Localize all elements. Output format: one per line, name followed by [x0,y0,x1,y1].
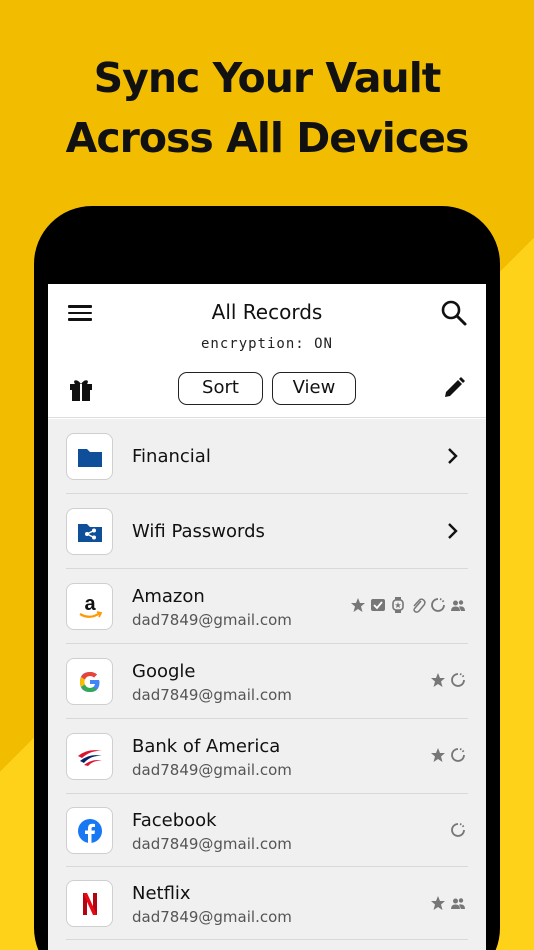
records-list: Financial Wifi Passwords a Amazon dad784… [48,419,486,950]
record-email: dad7849@gmail.com [132,835,292,853]
page-title: All Records [211,300,323,324]
record-email: dad7849@gmail.com [132,908,292,926]
record-badges [450,822,466,838]
star-icon [351,598,365,612]
folder-name: Financial [132,446,211,467]
sync-icon [451,748,465,762]
netflix-logo-icon [66,880,113,927]
sort-button[interactable]: Sort [178,372,263,405]
divider [66,939,468,940]
attachment-icon [413,598,426,613]
record-row[interactable]: Google dad7849@gmail.com [48,644,486,719]
record-badges [430,895,466,911]
star-icon [431,673,445,687]
edit-icon[interactable] [442,376,466,400]
chevron-right-icon [448,523,458,539]
record-email: dad7849@gmail.com [132,686,292,704]
headline-line-2: Across All Devices [65,114,470,162]
gift-icon[interactable] [68,376,94,402]
record-name: Netflix [132,883,191,904]
search-icon[interactable] [440,299,468,327]
sync-icon [431,598,445,612]
record-badges [430,747,466,763]
amazon-logo-icon: a [66,583,113,630]
view-button[interactable]: View [272,372,356,405]
record-row[interactable]: Netflix dad7849@gmail.com [48,867,486,940]
record-email: dad7849@gmail.com [132,761,292,779]
watch-icon [392,597,404,613]
record-row[interactable]: Bank of America dad7849@gmail.com [48,719,486,794]
record-badges [350,597,466,613]
record-name: Facebook [132,810,217,831]
record-badges [430,672,466,688]
folder-icon [66,433,113,480]
bank-of-america-logo-icon [66,733,113,780]
star-icon [431,748,445,762]
sync-icon [451,823,465,837]
folder-name: Wifi Passwords [132,521,265,542]
record-name: Bank of America [132,736,281,757]
sync-icon [451,673,465,687]
record-row[interactable]: a Amazon dad7849@gmail.com [48,569,486,644]
folder-row[interactable]: Financial [48,419,486,494]
headline-line-1: Sync Your Vault [93,54,442,102]
shared-users-icon [451,600,465,611]
check-icon [371,599,385,611]
facebook-logo-icon [66,807,113,854]
svg-text:a: a [84,593,96,615]
top-bar: All Records encryption: ON Sort View [48,284,486,418]
promo-headline: Sync Your Vault Across All Devices [0,48,534,168]
app-screen: All Records encryption: ON Sort View Fin… [48,284,486,950]
encryption-status: encryption: ON [200,336,333,352]
record-name: Google [132,661,196,682]
shared-folder-icon [66,508,113,555]
folder-row[interactable]: Wifi Passwords [48,494,486,569]
record-email: dad7849@gmail.com [132,611,292,629]
record-row[interactable]: Facebook dad7849@gmail.com [48,794,486,867]
google-logo-icon [66,658,113,705]
chevron-right-icon [448,448,458,464]
star-icon [431,896,445,910]
record-name: Amazon [132,586,205,607]
shared-users-icon [451,898,465,909]
